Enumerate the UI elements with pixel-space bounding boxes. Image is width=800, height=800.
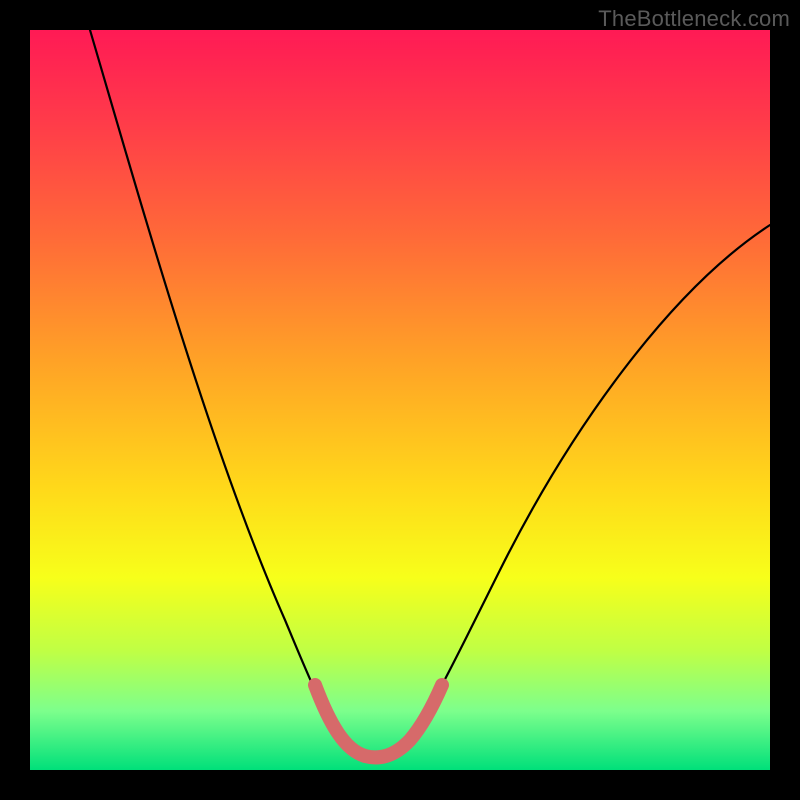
curve-path [90,30,770,757]
optimal-region-highlight [315,685,442,757]
chart-frame: TheBottleneck.com [0,0,800,800]
plot-area [30,30,770,770]
watermark-text: TheBottleneck.com [598,6,790,32]
bottleneck-curve [30,30,770,770]
